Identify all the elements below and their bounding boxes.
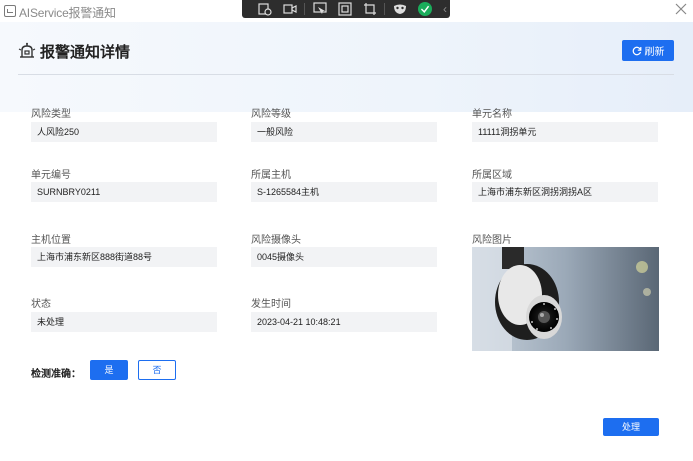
confirm-icon[interactable] bbox=[412, 0, 437, 18]
close-icon[interactable] bbox=[673, 2, 689, 18]
risk-image-label: 风险图片 bbox=[472, 235, 512, 246]
header-background bbox=[0, 22, 693, 112]
yes-button[interactable]: 是 bbox=[90, 360, 128, 380]
chevron-left-icon[interactable]: ‹ bbox=[443, 2, 447, 16]
time-value: 2023-04-21 10:48:21 bbox=[251, 312, 437, 332]
toolbar-divider bbox=[304, 3, 305, 15]
video-record-icon[interactable] bbox=[277, 0, 302, 18]
refresh-label: 刷新 bbox=[644, 47, 665, 58]
status-label: 状态 bbox=[31, 299, 51, 310]
refresh-icon bbox=[632, 46, 641, 55]
page-title: 报警通知详情 bbox=[40, 43, 131, 61]
screenshot-settings-icon[interactable] bbox=[252, 0, 277, 18]
camera-value: 0045摄像头 bbox=[251, 247, 437, 267]
unit-name-value: 11111洞拐单元 bbox=[472, 122, 658, 142]
unit-code-label: 单元编号 bbox=[31, 170, 71, 181]
host-label: 所属主机 bbox=[251, 170, 291, 181]
region-value: 上海市浦东新区洞拐洞拐A区 bbox=[472, 182, 658, 202]
crop-icon[interactable] bbox=[357, 0, 382, 18]
risk-type-label: 风险类型 bbox=[31, 109, 71, 120]
floating-toolbar: ‹ bbox=[242, 0, 450, 18]
no-button[interactable]: 否 bbox=[138, 360, 176, 380]
toolbar-divider bbox=[384, 3, 385, 15]
risk-level-label: 风险等级 bbox=[251, 109, 291, 120]
region-label: 所属区域 bbox=[472, 170, 512, 181]
host-value: S-1265584主机 bbox=[251, 182, 437, 202]
status-value: 未处理 bbox=[31, 312, 217, 332]
risk-type-value: 人风险250 bbox=[31, 122, 217, 142]
handle-button[interactable]: 处理 bbox=[603, 418, 659, 436]
app-logo-icon bbox=[4, 5, 16, 17]
refresh-button[interactable]: 刷新 bbox=[622, 40, 674, 61]
page-header: 报警通知详情 bbox=[18, 40, 130, 62]
alarm-robot-icon bbox=[18, 42, 36, 58]
host-location-value: 上海市浦东新区888街道88号 bbox=[31, 247, 217, 267]
header-divider bbox=[18, 74, 674, 75]
unit-name-label: 单元名称 bbox=[472, 109, 512, 120]
host-location-label: 主机位置 bbox=[31, 235, 71, 246]
time-label: 发生时间 bbox=[251, 299, 291, 310]
detection-label: 检测准确： bbox=[31, 369, 81, 380]
window-capture-icon[interactable] bbox=[332, 0, 357, 18]
pointer-screen-icon[interactable] bbox=[307, 0, 332, 18]
window-title: AIService报警通知 bbox=[19, 6, 116, 20]
unit-code-value: SURNBRY0211 bbox=[31, 182, 217, 202]
camera-label: 风险摄像头 bbox=[251, 235, 301, 246]
mask-icon[interactable] bbox=[387, 0, 412, 18]
risk-image[interactable] bbox=[472, 247, 659, 351]
risk-level-value: 一般风险 bbox=[251, 122, 437, 142]
